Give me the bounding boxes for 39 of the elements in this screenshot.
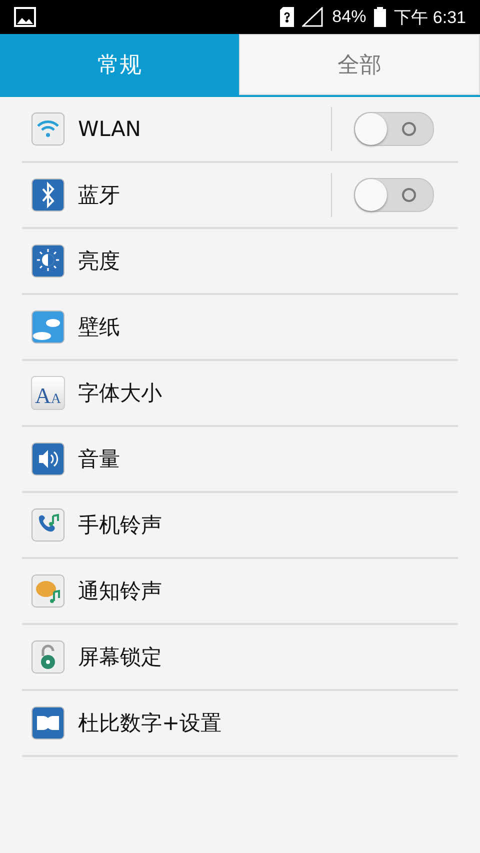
settings-row[interactable]: 壁纸	[22, 295, 458, 361]
settings-row[interactable]: 屏幕锁定	[22, 625, 458, 691]
battery-icon	[374, 7, 386, 27]
toggle-switch[interactable]	[354, 178, 434, 212]
settings-row[interactable]: 手机铃声	[22, 493, 458, 559]
setting-label: 蓝牙	[78, 182, 121, 209]
setting-label: 音量	[78, 446, 121, 473]
settings-row[interactable]: 通知铃声	[22, 559, 458, 625]
setting-label: 字体大小	[78, 380, 163, 407]
wallpaper-icon	[31, 310, 65, 344]
settings-row[interactable]: 音量	[22, 427, 458, 493]
setting-label: 手机铃声	[78, 512, 163, 539]
bluetooth-icon	[31, 178, 65, 212]
settings-row[interactable]: 蓝牙	[22, 163, 458, 229]
settings-row[interactable]: 亮度	[22, 229, 458, 295]
tab[interactable]: 全部	[239, 34, 480, 95]
phone-music-icon	[31, 508, 65, 542]
setting-label: WLAN	[78, 117, 142, 141]
settings-row[interactable]: AA 字体大小	[22, 361, 458, 427]
speaker-icon	[31, 442, 65, 476]
brightness-icon	[31, 244, 65, 278]
settings-row[interactable]: 杜比数字+设置	[22, 691, 458, 757]
settings-row[interactable]: WLAN	[22, 97, 458, 163]
chat-music-icon	[31, 574, 65, 608]
setting-label: 壁纸	[78, 314, 121, 341]
signal-icon	[302, 7, 324, 27]
wifi-icon	[31, 112, 65, 146]
sim-card-icon	[280, 7, 294, 27]
picture-icon	[14, 7, 36, 27]
setting-label: 杜比数字+设置	[78, 710, 223, 737]
battery-percent: 84%	[332, 7, 366, 27]
padlock-icon	[31, 640, 65, 674]
setting-label: 亮度	[78, 248, 121, 275]
toggle-switch[interactable]	[354, 112, 434, 146]
setting-label: 屏幕锁定	[78, 644, 163, 671]
font-size-icon: AA	[31, 376, 65, 410]
setting-label: 通知铃声	[78, 578, 163, 605]
clock: 下午 6:31	[394, 6, 466, 28]
dolby-icon	[31, 706, 65, 740]
